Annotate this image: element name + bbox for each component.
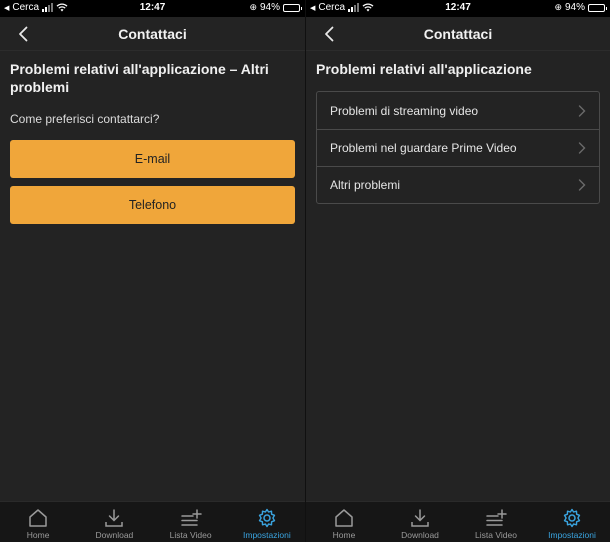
- tab-home[interactable]: Home: [0, 502, 76, 542]
- download-icon: [105, 509, 124, 527]
- tab-label: Download: [95, 530, 134, 540]
- section-title: Problemi relativi all'applicazione: [316, 61, 532, 77]
- tab-watchlist[interactable]: Lista Video: [458, 502, 534, 542]
- contact-content: Problemi relativi all'applicazione – Alt…: [0, 51, 305, 224]
- battery-icon: [283, 3, 302, 12]
- rotation-lock-icon: ⊕: [554, 2, 562, 12]
- screen-problem-list: ◀ Cerca 12:47 ⊕ 94% Contattaci Problemi …: [305, 0, 610, 542]
- tab-label: Impostazioni: [548, 530, 596, 540]
- chevron-left-icon: [19, 26, 28, 42]
- tab-label: Lista Video: [169, 530, 212, 540]
- list-item-label: Problemi nel guardare Prime Video: [330, 141, 517, 155]
- list-item-streaming-problems[interactable]: Problemi di streaming video: [317, 92, 599, 129]
- tab-watchlist[interactable]: Lista Video: [153, 502, 229, 542]
- nav-bar: Contattaci: [306, 17, 610, 51]
- status-bar: ◀ Cerca 12:47 ⊕ 94%: [0, 0, 305, 17]
- list-item-viewing-problems[interactable]: Problemi nel guardare Prime Video: [317, 129, 599, 166]
- home-icon: [335, 509, 353, 527]
- battery-percent: 94%: [564, 2, 585, 13]
- list-item-other-problems[interactable]: Altri problemi: [317, 166, 599, 203]
- tab-settings[interactable]: Impostazioni: [534, 502, 610, 542]
- tab-bar: Home Download Lista Video Impostazioni: [306, 501, 610, 542]
- list-item-label: Altri problemi: [330, 178, 401, 192]
- tab-label: Lista Video: [475, 530, 517, 540]
- status-bar: ◀ Cerca 12:47 ⊕ 94%: [306, 0, 610, 17]
- chevron-left-icon: [325, 26, 334, 42]
- screen-contact-method: ◀ Cerca 12:47 ⊕ 94% Contattaci Problemi …: [0, 0, 305, 542]
- chevron-right-icon: [578, 179, 586, 191]
- list-item-label: Problemi di streaming video: [330, 103, 479, 118]
- tab-download[interactable]: Download: [76, 502, 152, 542]
- back-button[interactable]: [14, 24, 32, 44]
- tab-home[interactable]: Home: [306, 502, 382, 542]
- tab-bar: Home Download Lista Video Impostazioni: [0, 501, 305, 542]
- problem-content: Problemi relativi all'applicazione Probl…: [306, 51, 610, 204]
- battery-icon: [588, 3, 607, 12]
- rotation-lock-icon: ⊕: [249, 2, 257, 12]
- home-icon: [29, 509, 47, 527]
- phone-button[interactable]: Telefono: [10, 186, 295, 224]
- tab-label: Impostazioni: [243, 530, 291, 540]
- tab-label: Home: [26, 530, 50, 540]
- gear-icon: [563, 508, 581, 528]
- page-title: Contattaci: [423, 25, 493, 42]
- back-button[interactable]: [320, 24, 338, 44]
- watchlist-icon: [180, 509, 202, 526]
- section-title: Problemi relativi all'applicazione – Alt…: [10, 61, 269, 95]
- contact-question: Come preferisci contattarci?: [10, 112, 160, 126]
- tab-download[interactable]: Download: [382, 502, 458, 542]
- chevron-right-icon: [578, 104, 586, 117]
- tab-label: Home: [332, 530, 356, 540]
- gear-icon: [258, 508, 276, 528]
- battery-percent: 94%: [259, 2, 280, 13]
- watchlist-icon: [486, 509, 507, 526]
- tab-settings[interactable]: Impostazioni: [229, 502, 305, 542]
- nav-bar: Contattaci: [0, 17, 305, 51]
- page-title: Contattaci: [118, 25, 187, 42]
- tab-label: Download: [401, 530, 439, 540]
- chevron-right-icon: [578, 142, 586, 154]
- download-icon: [411, 509, 429, 527]
- email-button[interactable]: E-mail: [10, 140, 295, 178]
- problem-list: Problemi di streaming video Problemi nel…: [316, 91, 600, 204]
